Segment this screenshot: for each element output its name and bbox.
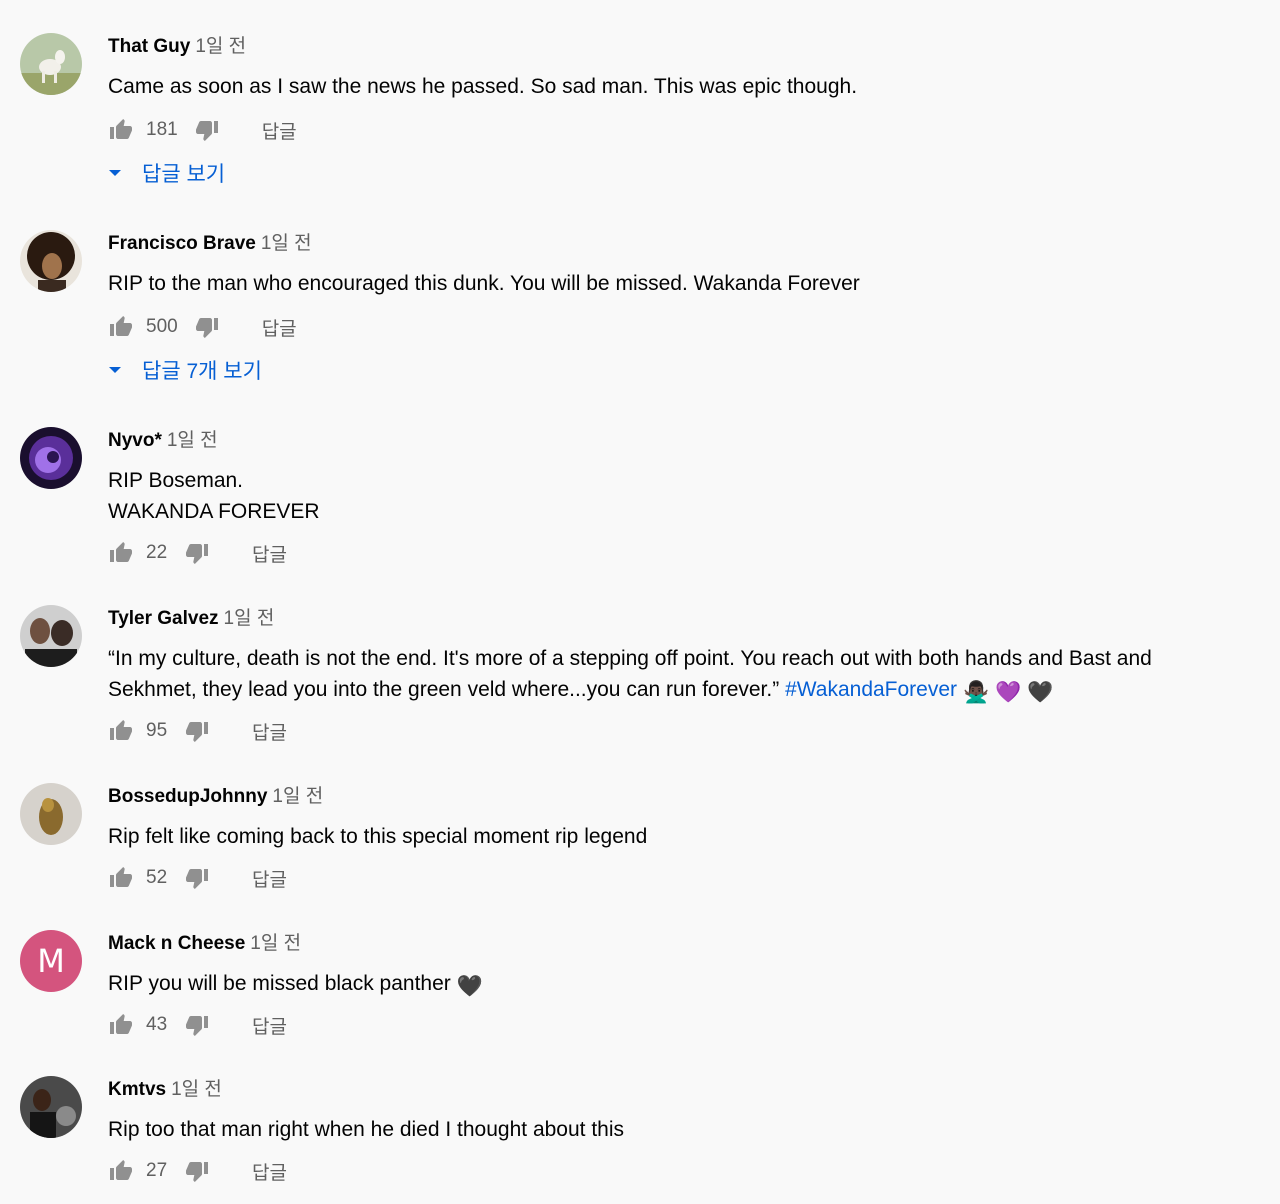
- comment-time[interactable]: 1일 전: [167, 430, 218, 451]
- comment-author[interactable]: Nyvo*: [108, 430, 162, 451]
- thumbs-down-icon: [186, 1162, 208, 1182]
- comment-time[interactable]: 1일 전: [171, 1079, 222, 1100]
- thumbs-down-icon: [186, 722, 208, 742]
- avatar[interactable]: [20, 605, 82, 667]
- comment-actions: 181 답글: [108, 116, 297, 144]
- emoji-group: 🙅🏿‍♂️ 💜 🖤: [963, 681, 1054, 704]
- comment-actions: 22 답글: [108, 539, 287, 567]
- comment-actions: 500 답글: [108, 313, 297, 341]
- silhouette-avatar-icon: [20, 230, 82, 292]
- thumbs-down-icon: [195, 121, 218, 141]
- comment-author[interactable]: That Guy: [108, 36, 190, 57]
- avatar[interactable]: [20, 33, 82, 95]
- like-button[interactable]: [108, 117, 134, 143]
- comment-text: Rip too that man right when he died I th…: [108, 1118, 625, 1141]
- comment-actions: 52 답글: [108, 864, 287, 892]
- view-replies-button[interactable]: 답글 보기: [108, 159, 225, 187]
- comment-actions: 43 답글: [108, 1011, 287, 1039]
- dislike-button[interactable]: [194, 314, 220, 340]
- caret-down-icon: [109, 170, 121, 176]
- dislike-button[interactable]: [184, 1158, 210, 1184]
- like-button[interactable]: [108, 1012, 134, 1038]
- like-button[interactable]: [108, 540, 134, 566]
- comment-author[interactable]: Francisco Brave: [108, 233, 256, 254]
- like-button[interactable]: [108, 314, 134, 340]
- comment-text: Came as soon as I saw the news he passed…: [108, 75, 858, 98]
- person-car-avatar-icon: [20, 1076, 82, 1138]
- comment-text: Rip felt like coming back to this specia…: [108, 825, 648, 848]
- purple-orb-avatar-icon: [20, 427, 82, 489]
- view-replies-label: 답글 7개 보기: [142, 360, 262, 383]
- thumbs-down-icon: [186, 1016, 208, 1036]
- comment-time[interactable]: 1일 전: [272, 786, 323, 807]
- comment-text: RIP to the man who encouraged this dunk.…: [108, 272, 860, 295]
- reply-button[interactable]: 답글: [252, 718, 287, 745]
- goat-avatar-icon: [20, 33, 82, 95]
- like-count: 52: [146, 867, 168, 888]
- avatar[interactable]: [20, 783, 82, 845]
- thumbs-up-icon: [110, 720, 132, 740]
- black-heart-emoji: 🖤: [456, 975, 483, 998]
- reply-button[interactable]: 답글: [252, 540, 287, 567]
- dislike-button[interactable]: [194, 117, 220, 143]
- reply-button[interactable]: 답글: [252, 1012, 287, 1039]
- thumbs-up-icon: [110, 867, 132, 887]
- thumbs-down-icon: [186, 544, 208, 564]
- like-button[interactable]: [108, 1158, 134, 1184]
- comment-author[interactable]: Tyler Galvez: [108, 608, 219, 629]
- dislike-button[interactable]: [184, 540, 210, 566]
- like-count: 500: [146, 316, 178, 337]
- dislike-button[interactable]: [184, 1012, 210, 1038]
- view-replies-label: 답글 보기: [142, 163, 226, 186]
- reply-button[interactable]: 답글: [262, 314, 297, 341]
- comment-time[interactable]: 1일 전: [250, 933, 301, 954]
- photo-avatar-icon: [20, 605, 82, 667]
- thumbs-down-icon: [195, 318, 218, 338]
- thumbs-up-icon: [110, 542, 132, 562]
- comment-actions: 27 답글: [108, 1157, 287, 1185]
- like-count: 181: [146, 119, 178, 140]
- letter-avatar: M: [20, 930, 82, 992]
- like-count: 95: [146, 720, 168, 741]
- thumbs-up-icon: [110, 1160, 132, 1180]
- gold-figure-avatar-icon: [20, 783, 82, 845]
- like-count: 22: [146, 542, 168, 563]
- reply-button[interactable]: 답글: [252, 1158, 287, 1185]
- avatar[interactable]: M: [20, 930, 82, 992]
- comment-author[interactable]: BossedupJohnny: [108, 786, 267, 807]
- like-button[interactable]: [108, 718, 134, 744]
- thumbs-up-icon: [110, 119, 132, 139]
- comment-text: RIP you will be missed black panther 🖤: [108, 968, 1218, 1002]
- comment-text: “In my culture, death is not the end. It…: [108, 643, 1218, 708]
- like-button[interactable]: [108, 865, 134, 891]
- caret-down-icon: [109, 367, 121, 373]
- reply-button[interactable]: 답글: [262, 117, 297, 144]
- hashtag-link[interactable]: #WakandaForever: [785, 678, 957, 701]
- avatar[interactable]: [20, 1076, 82, 1138]
- comment-text-body: RIP you will be missed black panther: [108, 972, 451, 995]
- reply-button[interactable]: 답글: [252, 865, 287, 892]
- view-replies-button[interactable]: 답글 7개 보기: [108, 356, 262, 384]
- dislike-button[interactable]: [184, 865, 210, 891]
- avatar[interactable]: [20, 427, 82, 489]
- thumbs-up-icon: [110, 316, 132, 336]
- comment-author[interactable]: Kmtvs: [108, 1079, 166, 1100]
- dislike-button[interactable]: [184, 718, 210, 744]
- comment-time[interactable]: 1일 전: [224, 608, 275, 629]
- avatar[interactable]: [20, 230, 82, 292]
- comment-time[interactable]: 1일 전: [261, 233, 312, 254]
- comment-actions: 95 답글: [108, 717, 287, 745]
- comment-time[interactable]: 1일 전: [195, 36, 246, 57]
- like-count: 27: [146, 1160, 168, 1181]
- thumbs-up-icon: [110, 1014, 132, 1034]
- comment-text: RIP Boseman. WAKANDA FOREVER: [108, 469, 320, 523]
- comment-author[interactable]: Mack n Cheese: [108, 933, 245, 954]
- thumbs-down-icon: [186, 869, 208, 889]
- like-count: 43: [146, 1014, 168, 1035]
